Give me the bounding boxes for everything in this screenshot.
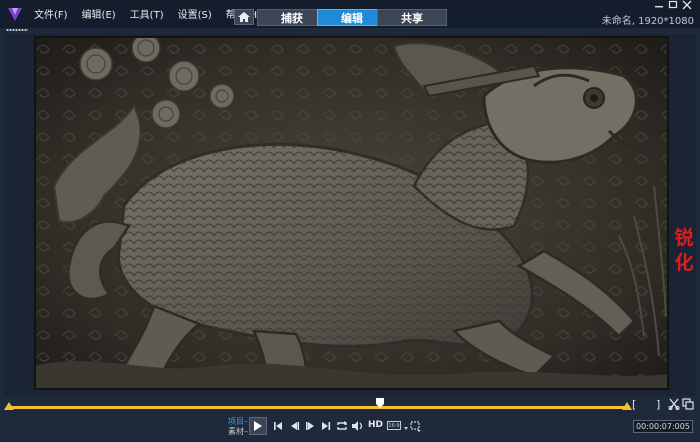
- window-controls: [652, 0, 694, 10]
- repeat-icon: [337, 421, 347, 430]
- crop-button[interactable]: [408, 419, 422, 433]
- close-icon[interactable]: [680, 0, 694, 10]
- go-to-start-icon: [274, 422, 282, 430]
- mode-clip[interactable]: 素材–: [228, 427, 248, 437]
- qilin-relief-image: [34, 36, 669, 390]
- scrubber-track[interactable]: [10, 406, 630, 409]
- menu-tools[interactable]: 工具(T): [130, 6, 164, 21]
- volume-icon: [352, 421, 363, 431]
- menu-edit[interactable]: 编辑(E): [82, 6, 116, 21]
- playhead-icon[interactable]: [375, 398, 385, 409]
- maximize-icon[interactable]: [666, 0, 680, 10]
- preview-panel: 锐化: [4, 34, 696, 396]
- video-editor-window: 文件(F) 编辑(E) 工具(T) 设置(S) 帮助(H) 捕获 编辑 共享 未…: [0, 0, 700, 442]
- previous-frame-button[interactable]: [288, 419, 302, 433]
- play-button[interactable]: [249, 417, 267, 435]
- next-frame-button[interactable]: [303, 419, 317, 433]
- title-menu-bar: 文件(F) 编辑(E) 工具(T) 设置(S) 帮助(H) 捕获 编辑 共享 未…: [0, 0, 700, 28]
- playback-scrubber[interactable]: [ ]: [4, 398, 696, 412]
- app-logo-icon: [8, 8, 22, 21]
- go-to-end-icon: [322, 422, 331, 430]
- volume-button[interactable]: [351, 419, 365, 433]
- aspect-ratio-button[interactable]: 16:9: [387, 421, 401, 430]
- repeat-button[interactable]: [335, 419, 349, 433]
- prev-frame-icon: [291, 422, 300, 430]
- menu-file[interactable]: 文件(F): [34, 6, 68, 21]
- split-clip-icon[interactable]: [668, 398, 680, 410]
- preview-image: [34, 36, 669, 390]
- tab-share[interactable]: 共享: [377, 9, 447, 26]
- timecode-display[interactable]: 00:00:07:005: [633, 420, 693, 433]
- playback-mode-switch[interactable]: 项目– 素材–: [228, 417, 248, 437]
- hd-preview-toggle[interactable]: HD: [368, 420, 383, 430]
- trim-in-marker-icon[interactable]: [4, 402, 14, 412]
- crop-icon: [410, 421, 421, 432]
- mode-project[interactable]: 项目–: [228, 417, 248, 427]
- project-info: 未命名, 1920*1080: [601, 16, 694, 27]
- player-controls: 项目– 素材– HD 16:9 00:00:07:005: [0, 413, 700, 442]
- sharpen-effect-label: 锐化: [674, 227, 694, 274]
- go-to-end-button[interactable]: [319, 419, 333, 433]
- mark-in-button[interactable]: [: [632, 398, 636, 411]
- home-icon: [238, 12, 250, 22]
- panel-grip[interactable]: [6, 28, 28, 32]
- minimize-icon[interactable]: [652, 0, 666, 10]
- trim-out-marker-icon[interactable]: [622, 402, 632, 412]
- go-to-start-button[interactable]: [271, 419, 285, 433]
- copy-icon[interactable]: [682, 398, 694, 410]
- home-button[interactable]: [234, 9, 254, 25]
- mark-out-button[interactable]: ]: [656, 398, 660, 411]
- play-icon: [254, 421, 262, 431]
- menu-settings[interactable]: 设置(S): [178, 6, 212, 21]
- next-frame-icon: [306, 422, 314, 430]
